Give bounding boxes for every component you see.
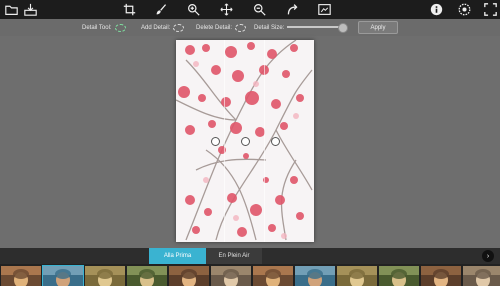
photo-canvas[interactable] (176, 40, 314, 242)
detail-size-option: Detail Size: (254, 19, 284, 36)
rotate-icon[interactable] (285, 2, 300, 17)
fit-screen-icon[interactable] (317, 2, 332, 17)
detail-point-handle[interactable] (271, 137, 280, 146)
fullscreen-icon[interactable] (483, 2, 498, 17)
guide-line (264, 40, 265, 242)
top-toolbar (0, 0, 500, 19)
move-icon[interactable] (219, 2, 234, 17)
filmstrip-scroll-right-button[interactable]: › (482, 250, 494, 262)
preset-thumbnail[interactable] (253, 266, 293, 286)
zoom-in-icon[interactable] (186, 2, 201, 17)
tab-en-plein-air[interactable]: En Plein Air (206, 248, 262, 264)
preset-thumbnail[interactable] (421, 266, 461, 286)
lasso-icon[interactable] (114, 23, 126, 32)
zoom-out-icon[interactable] (252, 2, 267, 17)
preset-thumbnail[interactable] (42, 265, 84, 286)
add-detail-option[interactable]: Add Detail: (141, 19, 185, 36)
detail-point-handle[interactable] (241, 137, 250, 146)
preset-thumbnail[interactable] (211, 266, 251, 286)
preset-thumbnail[interactable] (295, 266, 335, 286)
preset-thumbnail[interactable] (379, 266, 419, 286)
preset-thumbnail[interactable] (337, 266, 377, 286)
add-detail-icon[interactable] (173, 23, 185, 32)
add-detail-label: Add Detail: (141, 24, 171, 31)
preset-thumbnail[interactable] (1, 266, 41, 286)
settings-icon[interactable] (457, 2, 472, 17)
preset-thumbnail[interactable] (85, 266, 125, 286)
brush-icon[interactable] (154, 2, 169, 17)
preset-thumbnail[interactable] (127, 266, 167, 286)
delete-detail-icon[interactable] (235, 23, 247, 32)
detail-size-label: Detail Size: (254, 24, 285, 31)
delete-detail-label: Delete Detail: (196, 24, 233, 31)
apply-button[interactable]: Apply (358, 21, 398, 34)
crop-icon[interactable] (122, 2, 137, 17)
delete-detail-option[interactable]: Delete Detail: (196, 19, 247, 36)
detail-point-handle[interactable] (211, 137, 220, 146)
open-folder-icon[interactable] (4, 2, 19, 17)
save-icon[interactable] (23, 2, 38, 17)
info-icon[interactable] (429, 2, 444, 17)
guide-line (224, 40, 225, 242)
tab-alla-prima[interactable]: Alla Prima (149, 248, 206, 264)
detail-tool-label: Detail Tool: (82, 24, 112, 31)
preset-filmstrip (0, 264, 500, 286)
detail-options-bar: Detail Tool: Add Detail: Delete Detail: … (0, 19, 500, 36)
detail-tool-option[interactable]: Detail Tool: (82, 19, 126, 36)
preset-thumbnail[interactable] (463, 266, 500, 286)
preset-thumbnail[interactable] (169, 266, 209, 286)
